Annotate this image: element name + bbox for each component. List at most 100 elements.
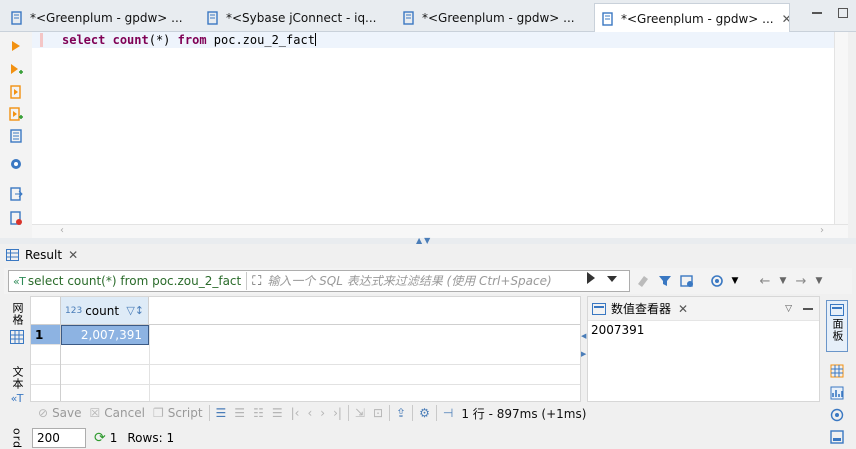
scroll-left-icon[interactable]: ‹	[60, 225, 64, 236]
collapse-left-icon[interactable]: ◀	[581, 332, 586, 340]
editor-vertical-scrollbar[interactable]	[834, 32, 848, 224]
scroll-right-icon[interactable]: ›	[820, 225, 824, 236]
collapse-right-icon[interactable]: ▶	[581, 350, 586, 358]
filter-input[interactable]	[267, 274, 568, 288]
fetch-all-icon[interactable]: ⊡	[373, 406, 383, 420]
editor-tab-bar: *<Greenplum - gpdw> ... *<Sybase jConnec…	[0, 0, 856, 33]
next-page-icon[interactable]: ›	[320, 406, 325, 420]
close-icon[interactable]: ✕	[68, 248, 78, 262]
chevron-down-icon[interactable]: ▼	[810, 272, 828, 290]
pin-icon[interactable]: ⊣	[443, 406, 453, 420]
load-script-icon[interactable]	[8, 210, 24, 226]
grid-corner[interactable]	[31, 297, 61, 325]
copy-row-icon[interactable]: ☷	[253, 406, 264, 420]
empty-row	[31, 365, 580, 385]
tab-grid-view[interactable]: 网格	[6, 302, 28, 344]
settings-gear-icon[interactable]: ⚙	[419, 406, 430, 420]
tab-sybase[interactable]: *<Sybase jConnect - iq...	[200, 4, 396, 32]
refresh-icon[interactable]: ⟳	[94, 430, 106, 446]
filter-options-icon[interactable]	[678, 272, 696, 290]
sql-file-icon	[207, 11, 218, 25]
value-viewer-title: 数值查看器	[611, 302, 672, 316]
result-bottom-toolbar: ⊘ Save ☒ Cancel ❐ Script ☰ ☰ ☷ ☰ |‹ ‹ › ›| …	[30, 402, 824, 424]
first-page-icon[interactable]: |‹	[291, 406, 300, 420]
tab-label: *<Sybase jConnect - iq...	[226, 11, 377, 25]
delete-row-icon[interactable]: ☰	[272, 406, 283, 420]
previous-page-icon[interactable]: ‹	[307, 406, 312, 420]
expand-icon[interactable]: ⛶	[252, 274, 261, 289]
forward-arrow-icon[interactable]: →	[792, 272, 810, 290]
result-grid[interactable]: 123 count ▽↕ 1 2,007,391	[30, 296, 581, 402]
chevron-down-icon[interactable]: ▼	[774, 272, 792, 290]
tab-label: *<Greenplum - gpdw> ...	[621, 11, 774, 26]
add-row-icon[interactable]: ☰	[234, 406, 245, 420]
tab-greenplum-2[interactable]: *<Greenplum - gpdw> ...	[396, 4, 592, 32]
value-viewer-content[interactable]: 2007391	[588, 321, 819, 339]
editor-horizontal-scrollbar[interactable]: ‹ ›	[32, 224, 848, 238]
fetch-next-icon[interactable]: ⇲	[355, 406, 365, 420]
tab-greenplum-active[interactable]: *<Greenplum - gpdw> ... ✕	[594, 3, 790, 33]
execute-new-tab-icon[interactable]	[8, 62, 24, 78]
tab-greenplum-1[interactable]: *<Greenplum - gpdw> ...	[4, 4, 200, 32]
sql-keyword: from	[177, 33, 207, 47]
minimize-icon[interactable]	[803, 307, 813, 310]
text-view-icon: «T	[10, 392, 24, 405]
filter-settings-icon[interactable]	[656, 272, 674, 290]
script-button[interactable]: ❐ Script	[153, 406, 203, 420]
close-icon[interactable]: ✕	[678, 302, 688, 316]
result-tab-bar: Result ✕	[0, 244, 856, 266]
rows-count: Rows: 1	[127, 430, 175, 445]
export-icon[interactable]	[8, 186, 24, 202]
chart-icon[interactable]	[827, 384, 847, 402]
execute-script-new-tab-icon[interactable]	[8, 106, 24, 122]
execute-script-icon[interactable]	[8, 84, 24, 100]
view-menu-icon[interactable]: ▽	[785, 304, 792, 314]
save-button[interactable]: ⊘ Save	[38, 406, 82, 420]
query-text-label[interactable]: «T select count(*) from poc.zou_2_fact	[9, 274, 241, 288]
empty-row	[31, 385, 580, 401]
fetch-size-input[interactable]	[32, 427, 86, 448]
explain-plan-icon[interactable]	[8, 128, 24, 144]
last-page-icon[interactable]: ›|	[333, 406, 342, 420]
query-text: select count(*) from poc.zou_2_fact	[27, 274, 242, 288]
export-upload-icon[interactable]: ⇪	[396, 406, 406, 420]
settings-gear-icon[interactable]	[8, 156, 24, 172]
minimize-icon[interactable]	[812, 8, 822, 14]
filter-box: «T select count(*) from poc.zou_2_fact ⛶	[8, 270, 630, 292]
divider	[246, 272, 248, 290]
sort-filter-icon[interactable]: ▽↕	[126, 304, 144, 317]
sql-editor[interactable]: select count(*) from poc.zou_2_fact	[32, 32, 844, 224]
empty-row	[31, 345, 580, 365]
tab-record-view[interactable]: ord	[6, 428, 28, 449]
metadata-icon[interactable]	[827, 406, 847, 424]
clear-filter-icon[interactable]	[634, 272, 652, 290]
edit-cell-icon[interactable]: ☰	[216, 406, 227, 420]
chevron-down-icon[interactable]: ▼	[726, 272, 744, 290]
row-number[interactable]: 1	[31, 325, 61, 345]
layout-icon[interactable]	[827, 428, 847, 446]
maximize-icon[interactable]	[838, 8, 848, 18]
tab-result[interactable]: Result ✕	[6, 244, 78, 266]
back-arrow-icon[interactable]: ←	[756, 272, 774, 290]
window-controls	[812, 8, 848, 18]
header-filler	[149, 297, 580, 325]
cancel-button[interactable]: ☒ Cancel	[90, 406, 145, 420]
tab-panels[interactable]: 面板	[826, 300, 848, 352]
tab-text-view[interactable]: 文本 «T	[6, 366, 28, 405]
panels-label: 面板	[831, 318, 844, 342]
filter-history-dropdown-icon[interactable]	[607, 276, 617, 282]
divider	[435, 405, 437, 421]
divider	[208, 405, 210, 421]
sql-table-name: poc.zou_2_fact	[213, 33, 315, 47]
grid-view-label: 网格	[11, 302, 24, 326]
apply-filter-icon[interactable]	[587, 272, 595, 284]
sql-code-line[interactable]: select count(*) from poc.zou_2_fact	[62, 33, 316, 47]
navigator-icon[interactable]	[708, 272, 726, 290]
grid-icon	[10, 330, 24, 344]
calculator-icon[interactable]	[827, 362, 847, 380]
column-header-count[interactable]: 123 count ▽↕	[61, 297, 149, 325]
close-icon[interactable]: ✕	[782, 12, 789, 26]
execute-statement-icon[interactable]	[8, 38, 24, 54]
cancel-label: Cancel	[104, 406, 145, 420]
grid-cell-selected[interactable]: 2,007,391	[61, 325, 149, 345]
